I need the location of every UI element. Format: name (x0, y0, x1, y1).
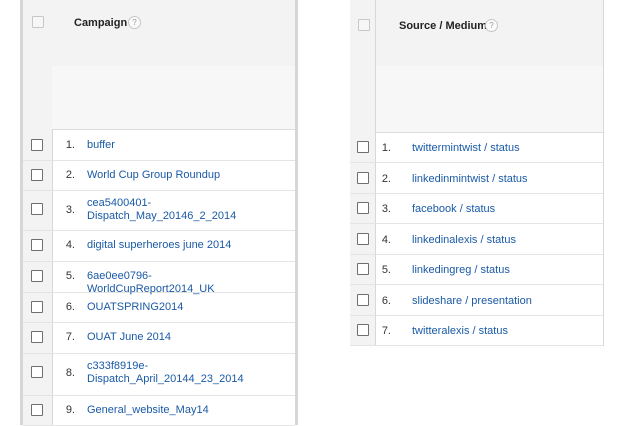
row-number: 3. (381, 203, 391, 215)
row-checkbox[interactable] (31, 331, 43, 343)
row-number: 1. (65, 139, 75, 151)
source-medium-link[interactable]: linkedinmintwist / status (412, 173, 528, 186)
table-row: 6. OUATSPRING2014 (23, 292, 295, 323)
select-all-checkbox[interactable] (32, 16, 44, 28)
row-number: 6. (65, 301, 75, 313)
table-row: 8. c333f8919e-Dispatch_April_20144_23_201… (23, 353, 295, 396)
table-row: 1. twittermintwist / status (350, 132, 603, 163)
table-row: 4. digital superheroes june 2014 (23, 230, 295, 262)
campaign-subheader (52, 66, 295, 130)
row-checkbox[interactable] (31, 169, 43, 181)
table-row: 7. twitteralexis / status (350, 315, 603, 346)
row-checkbox[interactable] (31, 366, 43, 378)
campaign-column-header[interactable] (52, 0, 295, 67)
row-checkbox[interactable] (31, 301, 43, 313)
row-number: 1. (381, 142, 391, 154)
campaign-link[interactable]: cea5400401-Dispatch_May_20146_2_2014 (87, 197, 257, 223)
row-checkbox[interactable] (357, 171, 369, 184)
row-number: 3. (65, 204, 75, 216)
campaign-header-label[interactable]: Campaign (74, 17, 127, 29)
row-number: 2. (65, 169, 75, 181)
row-checkbox[interactable] (31, 139, 43, 151)
row-checkbox[interactable] (357, 324, 369, 336)
row-number: 5. (381, 264, 391, 276)
table-row: 5. 6ae0ee0796-WorldCupReport2014_UK (23, 261, 295, 295)
table-row: 3. cea5400401-Dispatch_May_20146_2_2014 (23, 190, 295, 231)
row-checkbox[interactable] (357, 202, 369, 214)
row-number: 7. (381, 325, 391, 337)
table-edge-right (295, 0, 298, 425)
select-all-checkbox[interactable] (358, 19, 370, 31)
row-number: 8. (65, 367, 75, 379)
campaign-link[interactable]: OUATSPRING2014 (87, 301, 257, 314)
row-checkbox[interactable] (357, 293, 369, 306)
help-icon[interactable]: ? (485, 19, 498, 32)
table-edge-right (603, 0, 604, 346)
row-number: 6. (381, 294, 391, 307)
row-checkbox[interactable] (31, 203, 43, 215)
source-medium-link[interactable]: twitteralexis / status (412, 325, 508, 338)
source-medium-column-header[interactable] (376, 0, 603, 67)
help-icon[interactable]: ? (128, 16, 141, 29)
row-checkbox[interactable] (31, 239, 43, 251)
campaign-link[interactable]: General_website_May14 (87, 404, 257, 417)
table-row: 5. linkedingreg / status (350, 254, 603, 285)
table-row: 9. General_website_May14 (23, 395, 295, 426)
table-row: 7. OUAT June 2014 (23, 322, 295, 354)
row-number: 2. (381, 172, 391, 185)
source-medium-link[interactable]: slideshare / presentation (412, 295, 532, 308)
row-checkbox[interactable] (357, 141, 369, 153)
row-number: 4. (65, 239, 75, 251)
table-row: 3. facebook / status (350, 193, 603, 224)
campaign-link[interactable]: buffer (87, 139, 257, 152)
campaign-table: Campaign ? 1. buffer 2. World Cup Group Rou… (0, 0, 298, 426)
row-checkbox[interactable] (357, 232, 369, 245)
source-medium-link[interactable]: linkedingreg / status (412, 264, 510, 277)
row-number: 5. (65, 270, 75, 282)
campaign-link[interactable]: World Cup Group Roundup (87, 169, 257, 182)
table-row: 6. slideshare / presentation (350, 285, 603, 316)
campaign-link[interactable]: digital superheroes june 2014 (87, 239, 257, 252)
table-row: 2. linkedinmintwist / status (350, 163, 603, 194)
row-number: 9. (65, 404, 75, 416)
source-medium-subheader (376, 66, 603, 133)
source-medium-link[interactable]: facebook / status (412, 203, 495, 216)
source-medium-link[interactable]: twittermintwist / status (412, 142, 520, 155)
campaign-link[interactable]: c333f8919e-Dispatch_April_20144_23_2014 (87, 360, 257, 386)
row-checkbox[interactable] (31, 404, 43, 416)
table-row: 1. buffer (23, 130, 295, 161)
source-medium-link[interactable]: linkedinalexis / status (412, 234, 516, 247)
source-medium-header-label[interactable]: Source / Medium (399, 20, 487, 32)
row-number: 4. (381, 233, 391, 246)
table-row: 4. linkedinalexis / status (350, 224, 603, 255)
row-number: 7. (65, 331, 75, 343)
table-row: 2. World Cup Group Roundup (23, 160, 295, 191)
row-checkbox[interactable] (31, 270, 43, 282)
campaign-link[interactable]: OUAT June 2014 (87, 331, 257, 344)
row-checkbox[interactable] (357, 263, 369, 275)
source-medium-table: Source / Medium ? 1. twittermintwist / st… (350, 0, 604, 346)
